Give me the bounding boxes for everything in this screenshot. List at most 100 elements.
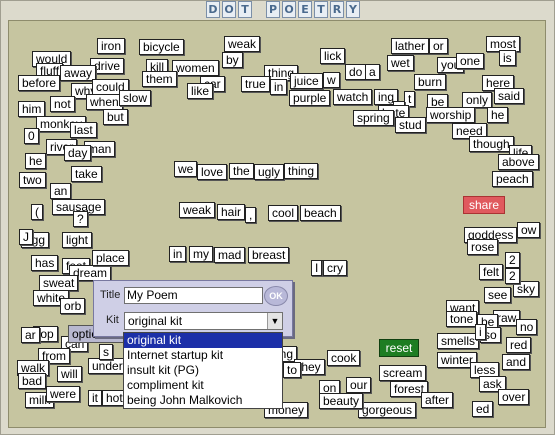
word-magnet[interactable]: watch — [333, 89, 373, 105]
kit-option[interactable]: being John Malkovich — [124, 393, 282, 408]
word-magnet[interactable]: peach — [492, 171, 533, 187]
word-magnet[interactable]: weak — [179, 202, 216, 218]
word-magnet[interactable]: 2 — [505, 268, 520, 284]
word-magnet[interactable]: slow — [119, 90, 152, 106]
word-magnet[interactable]: he — [487, 107, 509, 123]
word-magnet[interactable]: them — [142, 71, 177, 87]
word-magnet[interactable]: were — [46, 386, 81, 402]
kit-option[interactable]: compliment kit — [124, 378, 282, 393]
reset-button[interactable]: reset — [379, 339, 419, 357]
word-magnet[interactable]: rose — [467, 239, 499, 255]
kit-select[interactable]: original kit ▼ — [124, 312, 283, 330]
word-magnet[interactable]: like — [187, 83, 214, 99]
word-magnet[interactable]: burn — [414, 74, 447, 90]
word-magnet[interactable]: cook — [327, 350, 361, 366]
word-magnet[interactable]: an — [50, 183, 72, 199]
word-magnet[interactable]: said — [494, 88, 525, 104]
word-magnet[interactable]: tone — [446, 311, 478, 327]
word-magnet[interactable]: true — [241, 76, 270, 92]
word-magnet[interactable]: orb — [60, 298, 86, 314]
word-magnet[interactable]: spring — [353, 110, 394, 126]
word-magnet[interactable]: above — [498, 154, 539, 170]
word-magnet[interactable]: him — [18, 101, 46, 117]
word-magnet[interactable]: but — [103, 109, 128, 125]
word-magnet[interactable]: one — [456, 53, 485, 69]
word-magnet[interactable]: red — [506, 337, 532, 353]
word-magnet[interactable]: sweat — [39, 275, 79, 291]
word-magnet[interactable]: felt — [479, 264, 504, 280]
word-magnet[interactable]: weak — [224, 36, 261, 52]
word-magnet[interactable]: before — [18, 75, 61, 91]
word-magnet[interactable]: in — [169, 246, 187, 262]
word-magnet[interactable]: we — [174, 161, 198, 177]
word-magnet[interactable]: women — [172, 60, 219, 76]
word-magnet[interactable]: our — [346, 377, 372, 393]
word-magnet[interactable]: lick — [320, 48, 346, 64]
word-magnet[interactable]: only — [462, 92, 493, 108]
title-input[interactable]: My Poem — [124, 287, 263, 304]
word-magnet[interactable]: and — [502, 354, 531, 370]
word-magnet[interactable]: purple — [289, 90, 331, 106]
word-magnet[interactable]: he — [25, 153, 47, 169]
word-magnet[interactable]: cool — [268, 205, 299, 221]
word-magnet[interactable]: when — [86, 94, 123, 110]
word-magnet[interactable]: breast — [248, 247, 290, 263]
word-magnet[interactable]: in — [270, 79, 288, 95]
word-magnet[interactable]: place — [92, 250, 129, 266]
word-magnet[interactable]: ugly — [254, 164, 285, 180]
word-magnet[interactable]: day — [64, 145, 92, 161]
word-magnet[interactable]: 0 — [24, 128, 39, 144]
kit-option[interactable]: Internet startup kit — [124, 348, 282, 363]
word-magnet[interactable]: iron — [97, 38, 126, 54]
word-magnet[interactable]: the — [229, 163, 254, 179]
word-magnet[interactable]: ow — [517, 222, 541, 238]
word-magnet[interactable]: i — [475, 324, 486, 340]
word-magnet[interactable]: not — [50, 96, 75, 112]
word-magnet[interactable]: away — [60, 65, 97, 81]
word-magnet[interactable]: mad — [214, 247, 246, 263]
word-magnet[interactable]: 2 — [505, 252, 520, 268]
word-magnet[interactable]: J — [19, 229, 33, 245]
word-magnet[interactable]: gorgeous — [358, 402, 417, 418]
word-magnet[interactable]: smells — [437, 333, 480, 349]
word-magnet[interactable]: worship — [426, 107, 476, 123]
word-magnet[interactable]: ed — [472, 401, 494, 417]
word-magnet[interactable]: or — [429, 38, 448, 54]
word-magnet[interactable]: scream — [379, 365, 427, 381]
word-magnet[interactable]: cry — [323, 260, 347, 276]
word-magnet[interactable]: ? — [73, 211, 88, 227]
word-magnet[interactable]: I — [311, 260, 323, 276]
word-magnet[interactable]: is — [499, 50, 516, 66]
word-magnet[interactable]: ar — [21, 327, 40, 343]
word-magnet[interactable]: two — [19, 172, 46, 188]
word-magnet[interactable]: bad — [18, 373, 47, 389]
word-magnet[interactable]: beach — [300, 205, 341, 221]
word-magnet[interactable]: though — [469, 136, 514, 152]
word-magnet[interactable]: , — [245, 207, 257, 223]
chevron-down-icon[interactable]: ▼ — [267, 313, 282, 329]
word-magnet[interactable]: will — [57, 366, 82, 382]
word-magnet[interactable]: stud — [395, 117, 426, 133]
word-magnet[interactable]: beauty — [319, 393, 364, 409]
word-magnet[interactable]: no — [516, 319, 538, 335]
ok-button[interactable]: OK — [264, 286, 288, 306]
word-magnet[interactable]: wet — [387, 55, 414, 71]
kit-option[interactable]: original kit — [124, 333, 282, 348]
word-magnet[interactable]: see — [484, 287, 512, 303]
word-magnet[interactable]: s — [99, 344, 113, 360]
word-magnet[interactable]: lather — [391, 38, 430, 54]
word-magnet[interactable]: under — [88, 358, 127, 374]
word-magnet[interactable]: it — [88, 390, 102, 406]
word-magnet[interactable]: do — [345, 64, 367, 80]
word-magnet[interactable]: thing — [284, 163, 319, 179]
word-magnet[interactable]: to — [283, 362, 302, 378]
word-magnet[interactable]: ( — [31, 204, 43, 220]
word-magnet[interactable]: has — [31, 255, 59, 271]
word-magnet[interactable]: hair — [217, 204, 246, 220]
word-magnet[interactable]: juice — [290, 73, 323, 89]
word-magnet[interactable]: over — [498, 389, 530, 405]
word-magnet[interactable]: love — [197, 164, 228, 180]
word-magnet[interactable]: after — [421, 392, 454, 408]
word-magnet[interactable]: by — [222, 52, 243, 68]
share-button[interactable]: share — [463, 196, 505, 214]
